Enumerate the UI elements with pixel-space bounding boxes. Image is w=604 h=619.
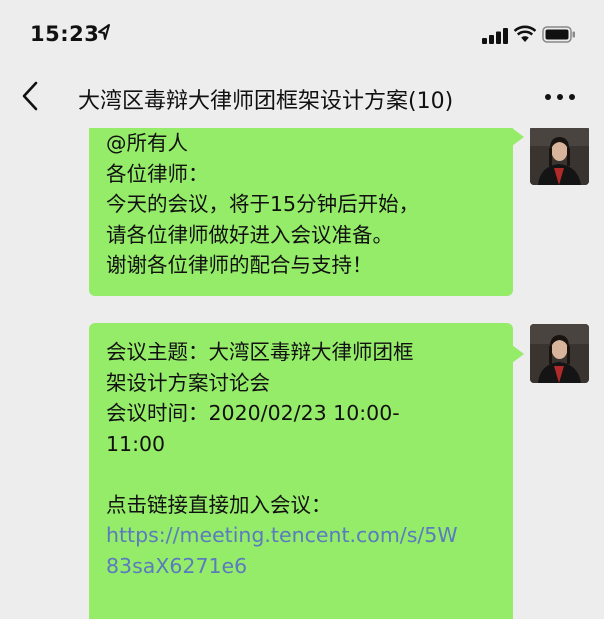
- meeting-link[interactable]: https://meeting.tencent.com/s/5W: [106, 520, 495, 551]
- status-bar: 15:23: [0, 0, 604, 66]
- cellular-signal-icon: [482, 28, 508, 44]
- message-bubble[interactable]: 会议主题：大湾区毒辩大律师团框 架设计方案讨论会 会议时间：2020/02/23…: [89, 323, 524, 619]
- bubble-tail: [512, 345, 524, 363]
- message-text-line: 谢谢各位律师的配合与支持！: [106, 253, 373, 277]
- message-text-line: 点击链接直接加入会议：: [106, 492, 332, 517]
- wifi-icon: [514, 25, 536, 42]
- meeting-link[interactable]: 83saX6271e6: [106, 551, 495, 582]
- user-avatar-icon: [530, 128, 589, 185]
- message-bubble[interactable]: @所有人 各位律师： 今天的会议，将于15分钟后开始， 请各位律师做好进入会议准…: [89, 128, 524, 296]
- avatar[interactable]: [530, 128, 589, 185]
- user-avatar-icon: [530, 324, 589, 383]
- message-text-line: 各位律师：: [106, 161, 209, 186]
- avatar[interactable]: [530, 324, 589, 383]
- message-text-line: @所有人: [106, 131, 188, 155]
- message-text-line: 请各位律师做好进入会议准备。: [106, 222, 393, 247]
- status-time: 15:23: [30, 22, 100, 46]
- message-list[interactable]: @所有人 各位律师： 今天的会议，将于15分钟后开始， 请各位律师做好进入会议准…: [0, 128, 604, 619]
- message-text-line: 会议时间：2020/02/23 10:00-: [106, 401, 400, 425]
- message-text-line: 11:00: [106, 431, 166, 456]
- chat-title: 大湾区毒辩大律师团框架设计方案(10): [78, 89, 454, 114]
- message-text-line: 架设计方案讨论会: [106, 370, 270, 395]
- message-text-line: 会议主题：大湾区毒辩大律师团框: [106, 340, 414, 364]
- battery-icon: [542, 26, 575, 43]
- chat-header: 大湾区毒辩大律师团框架设计方案(10): [0, 66, 604, 128]
- bubble-tail: [512, 128, 524, 146]
- back-chevron-icon[interactable]: [18, 79, 42, 113]
- location-arrow-icon: [98, 24, 110, 40]
- message-text-line: 今天的会议，将于15分钟后开始，: [106, 192, 420, 216]
- more-options-icon[interactable]: [543, 87, 577, 107]
